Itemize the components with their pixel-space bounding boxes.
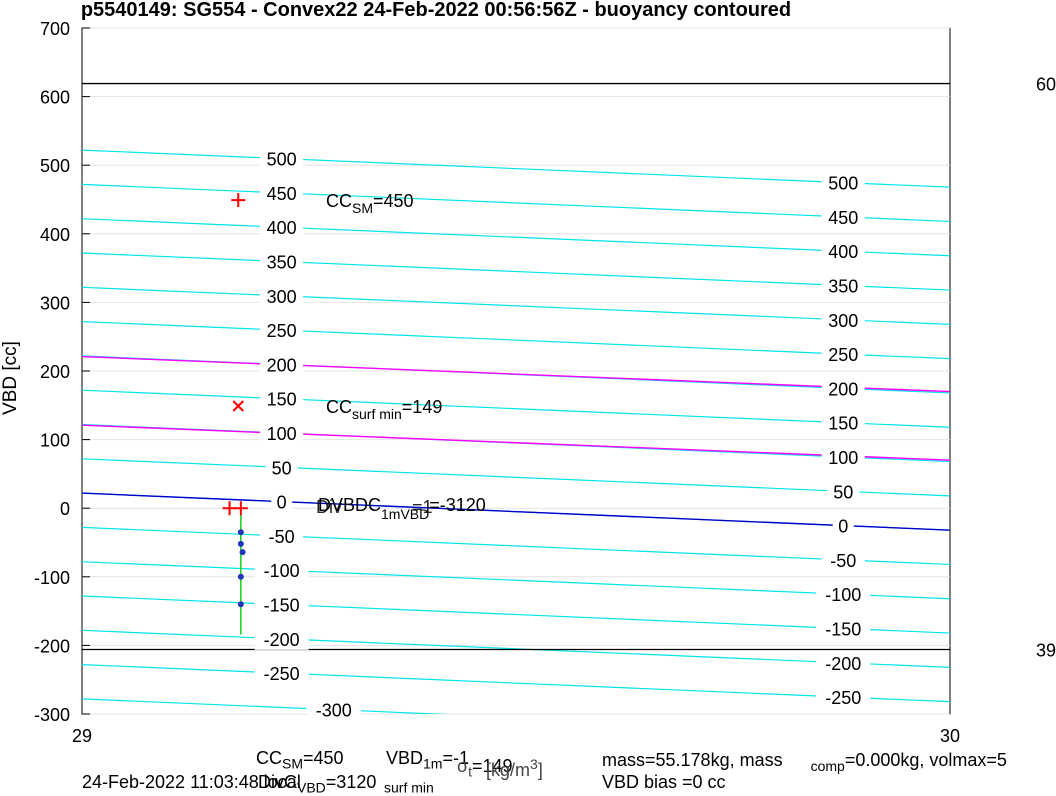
left-contour-label-2: 400	[267, 218, 297, 238]
left-contour-label-16: -300	[316, 701, 352, 721]
footer-cc-sub: SM	[282, 755, 303, 772]
right-contour-label-15: -250	[825, 688, 861, 708]
footer-mass-rest: =0.000kg, volmax=5	[844, 750, 1007, 770]
right-contour-label-7: 150	[828, 414, 858, 434]
left-contour-label-3: 350	[267, 253, 297, 273]
left-contour-label-7: 150	[267, 390, 297, 410]
left-contour-label-11: -50	[269, 527, 295, 547]
left-contour-label-10: 0	[277, 493, 287, 513]
left-contour-label-6: 200	[267, 355, 297, 375]
footer-cc-rest: =450	[303, 748, 344, 768]
right-contour-label-5: 250	[828, 345, 858, 365]
footer-units-sup: 3	[530, 756, 538, 772]
marker-label-base-0: CC	[326, 191, 352, 211]
profile-point-3	[237, 573, 244, 580]
y-tick-label-2: -100	[34, 568, 70, 588]
y-tick-label-1: -200	[34, 636, 70, 656]
footer-cc-sm: CCSM=450	[256, 748, 344, 772]
right-contour-label-14: -200	[825, 654, 861, 674]
left-contour-label-0: 500	[267, 150, 297, 170]
footer-cc-surfmin: CCsurf min	[358, 772, 434, 796]
buoyancy-chart: p5540149: SG554 - Convex22 24-Feb-2022 0…	[0, 0, 1056, 746]
dvbdc-label-rest: =-3120	[429, 495, 486, 515]
right-contour-label-2: 400	[828, 242, 858, 262]
chart-title: p5540149: SG554 - Convex22 24-Feb-2022 0…	[81, 0, 791, 21]
footer-vbd-base: VBD	[386, 748, 424, 768]
y-tick-label-6: 300	[40, 293, 70, 313]
left-contour-label-8: 100	[267, 424, 297, 444]
footer-sigma-base: σ	[457, 756, 469, 776]
right-contour-label-3: 350	[828, 276, 858, 296]
x-tick-label-1: 30	[940, 726, 960, 746]
marker-label-rest-0: =450	[373, 191, 414, 211]
footer-mass-text: mass=55.178kg, mass	[602, 750, 783, 770]
right-contour-label-10: 0	[838, 517, 848, 537]
footer-mass: mass=55.178kg, mass comp=0.000kg, volmax=…	[602, 750, 1007, 774]
footer-dv-base: DivC	[258, 772, 297, 792]
footer-cc-base: CC	[256, 748, 282, 768]
left-contour-label-13: -150	[264, 596, 300, 616]
right-contour-label-13: -150	[825, 619, 861, 639]
left-contour-label-14: -200	[264, 630, 300, 650]
profile-point-1	[237, 540, 244, 547]
marker-label-base-1: CC	[326, 397, 352, 417]
y-tick-label-9: 600	[40, 88, 70, 108]
profile-point-2	[239, 549, 246, 556]
footer-units: [kg/m3]	[486, 756, 543, 781]
footer-units-b: ]	[537, 760, 543, 780]
right-contour-label-0: 500	[828, 174, 858, 194]
footer-vbd-sub: 1m	[423, 755, 443, 772]
y-axis-label: VBD [cc]	[0, 341, 21, 415]
y-tick-label-8: 500	[40, 156, 70, 176]
footer-units-a: [kg/m	[486, 760, 531, 780]
right-contour-label-1: 450	[828, 208, 858, 228]
marker-label-sub-1: surf min	[352, 406, 402, 422]
y-tick-label-0: -300	[34, 705, 70, 725]
profile-point-4	[237, 601, 244, 608]
left-contour-label-9: 50	[272, 458, 292, 478]
y-tick-label-4: 100	[40, 431, 70, 451]
right-contour-label-9: 50	[833, 482, 853, 502]
profile-point-0	[237, 529, 244, 536]
x-tick-label-0: 29	[72, 726, 92, 746]
left-contour-label-5: 250	[267, 321, 297, 341]
y-tick-label-7: 400	[40, 225, 70, 245]
footer-bias: VBD bias =0 cc	[602, 772, 726, 792]
div-label-base: Div	[316, 497, 342, 517]
footer-dv-sub: VBD	[297, 779, 326, 796]
left-contour-label-15: -250	[264, 664, 300, 684]
right-contour-label-4: 300	[828, 311, 858, 331]
left-contour-label-1: 450	[267, 184, 297, 204]
footer-mass-sub: comp	[810, 757, 845, 774]
limit-label-1: 39	[1036, 641, 1056, 661]
limit-label-0: 60	[1036, 75, 1056, 95]
marker-label-rest-1: =149	[402, 397, 443, 417]
y-tick-label-3: 0	[60, 499, 70, 519]
left-contour-label-4: 300	[267, 287, 297, 307]
y-tick-label-10: 700	[40, 19, 70, 39]
div-label-rest: =1	[412, 497, 433, 517]
right-contour-label-11: -50	[830, 551, 856, 571]
right-contour-label-6: 200	[828, 379, 858, 399]
marker-label-sub-0: SM	[352, 200, 373, 216]
left-contour-label-12: -100	[264, 561, 300, 581]
footer-cc2-sub: surf min	[384, 779, 434, 796]
right-contour-label-12: -100	[825, 585, 861, 605]
y-tick-label-5: 200	[40, 362, 70, 382]
right-contour-label-8: 100	[828, 448, 858, 468]
